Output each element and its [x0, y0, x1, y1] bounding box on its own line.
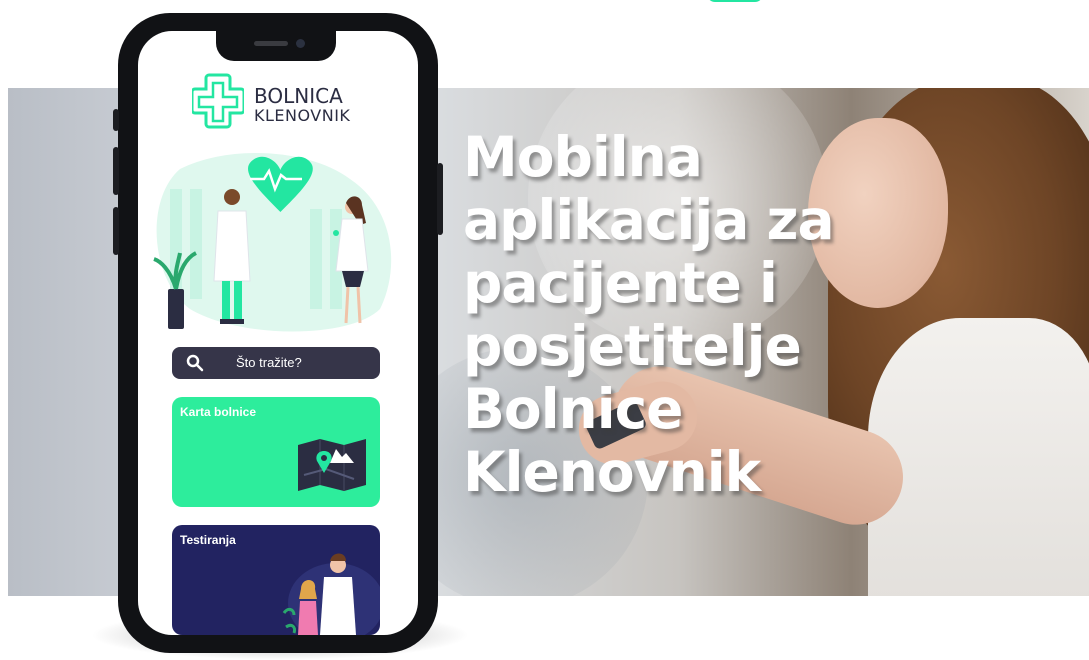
map-icon	[298, 439, 366, 491]
headline-line: posjetitelje	[463, 314, 802, 378]
search-icon	[186, 354, 204, 372]
doctors-illustration	[153, 152, 392, 332]
headline-line: Bolnice	[463, 377, 683, 441]
logo-subtitle: KLENOVNIK	[254, 106, 351, 125]
phone-mockup: BOLNICA KLENOVNIK Što tražite? Karta bol…	[113, 13, 443, 653]
app-logo: BOLNICA KLENOVNIK	[190, 73, 372, 131]
speaker-grille	[254, 41, 288, 46]
search-input[interactable]: Što tražite?	[172, 347, 380, 379]
top-accent-shape	[707, 0, 763, 2]
app-screen: BOLNICA KLENOVNIK Što tražite? Karta bol…	[138, 31, 418, 635]
phone-side-button	[113, 109, 119, 131]
doctor-child-illustration	[282, 553, 380, 635]
headline-line: Mobilna	[463, 125, 703, 189]
search-placeholder: Što tražite?	[236, 355, 302, 370]
camera-icon	[296, 39, 305, 48]
hospital-map-card[interactable]: Karta bolnice	[172, 397, 380, 507]
headline-line: aplikacija za	[463, 188, 835, 252]
hospital-cross-icon	[190, 73, 246, 129]
phone-notch	[216, 31, 336, 61]
testing-card[interactable]: Testiranja	[172, 525, 380, 635]
phone-side-button	[437, 163, 443, 235]
headline-line: pacijente i	[463, 251, 778, 315]
card-title: Karta bolnice	[180, 405, 257, 419]
phone-side-button	[113, 207, 119, 255]
hero-headline: Mobilna aplikacija za pacijente i posjet…	[463, 126, 923, 504]
headline-line: Klenovnik	[463, 440, 761, 504]
phone-side-button	[113, 147, 119, 195]
card-title: Testiranja	[180, 533, 236, 547]
logo-title: BOLNICA	[254, 84, 343, 108]
